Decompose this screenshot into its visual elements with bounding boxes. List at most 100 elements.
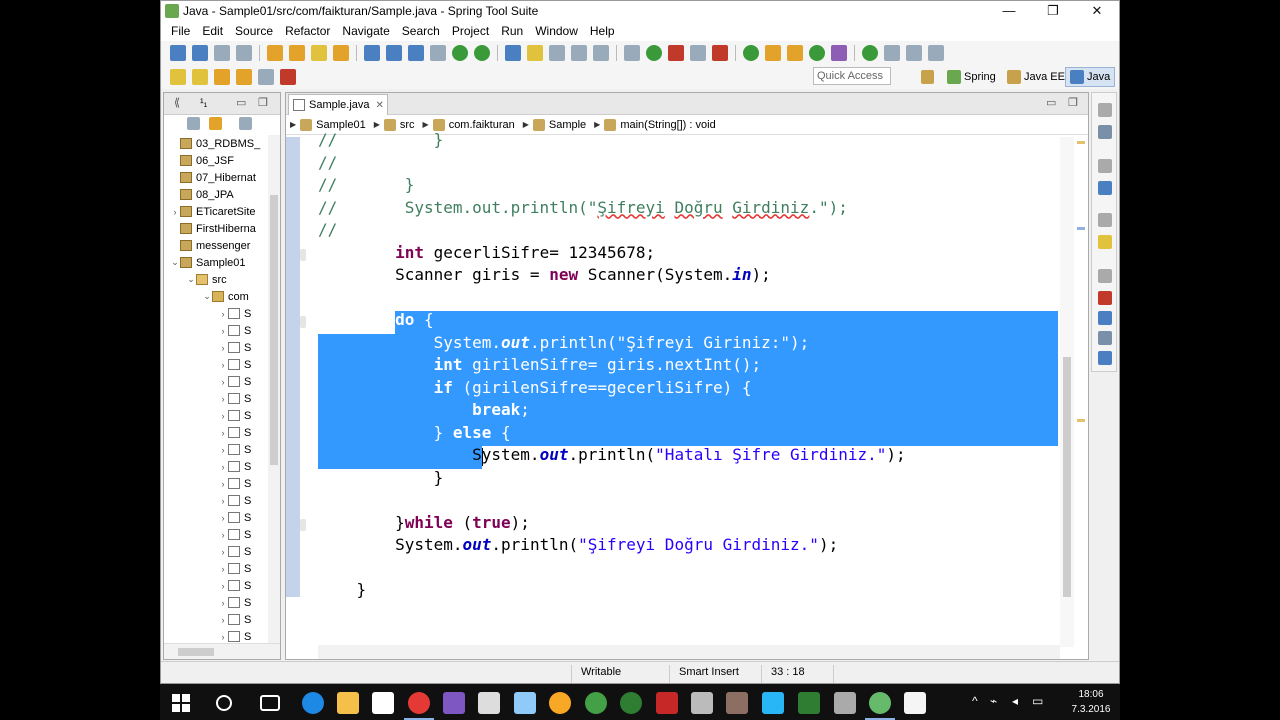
scrollbar-thumb[interactable] bbox=[270, 195, 278, 465]
visual-studio-icon[interactable] bbox=[443, 692, 465, 714]
save-icon[interactable] bbox=[214, 45, 230, 61]
tree-item[interactable]: messenger bbox=[170, 237, 250, 254]
debug-skip-icon[interactable] bbox=[624, 45, 640, 61]
debug-icon[interactable] bbox=[668, 45, 684, 61]
collapse-all-icon[interactable] bbox=[187, 117, 200, 130]
minimize-view-button[interactable]: ▭ bbox=[236, 96, 246, 109]
code-line[interactable]: System.out.println("Şifreyi Doğru Girdin… bbox=[318, 534, 838, 556]
camtasia-icon[interactable] bbox=[798, 692, 820, 714]
gradle-icon[interactable] bbox=[809, 45, 825, 61]
calculator-icon[interactable] bbox=[478, 692, 500, 714]
tree-twisty-icon[interactable]: › bbox=[170, 207, 180, 217]
play-icon[interactable] bbox=[862, 45, 878, 61]
code-line[interactable]: } bbox=[318, 467, 444, 489]
perspective-spring[interactable]: Spring bbox=[943, 67, 1000, 87]
fold-marker[interactable] bbox=[300, 248, 306, 261]
code-line[interactable]: // } bbox=[318, 174, 414, 196]
previous-annotation-icon[interactable] bbox=[192, 69, 208, 85]
code-line[interactable]: // bbox=[318, 152, 337, 174]
explorer-tab[interactable]: ¹₁ bbox=[200, 97, 207, 109]
code-line[interactable]: } bbox=[318, 579, 367, 601]
code-line[interactable]: // System.out.println("Şifreyi Doğru Gir… bbox=[318, 197, 848, 219]
menu-file[interactable]: File bbox=[165, 21, 196, 41]
tree-item[interactable]: FirstHiberna bbox=[170, 220, 256, 237]
tree-twisty-icon[interactable]: › bbox=[218, 360, 228, 370]
breadcrumb-arrow-icon[interactable]: ▶ bbox=[423, 120, 429, 129]
explorer-horizontal-scrollbar[interactable] bbox=[164, 643, 280, 659]
breadcrumb-arrow-icon[interactable]: ▶ bbox=[523, 120, 529, 129]
problems-icon[interactable] bbox=[1098, 291, 1112, 305]
tree-twisty-icon[interactable]: › bbox=[218, 326, 228, 336]
restore-icon[interactable] bbox=[1098, 213, 1112, 227]
app-icon[interactable] bbox=[834, 692, 856, 714]
outline-icon[interactable] bbox=[1098, 181, 1112, 195]
file-explorer-icon[interactable] bbox=[337, 692, 359, 714]
package-icon[interactable] bbox=[787, 45, 803, 61]
network-icon[interactable]: ⌁ bbox=[990, 694, 997, 708]
menu-help[interactable]: Help bbox=[584, 21, 621, 41]
tree-item[interactable]: ⌄ Sample01 bbox=[170, 254, 245, 271]
tree-item[interactable]: › S bbox=[218, 373, 252, 390]
tree-twisty-icon[interactable]: › bbox=[218, 615, 228, 625]
tree-twisty-icon[interactable]: › bbox=[218, 564, 228, 574]
show-whitespace-icon[interactable] bbox=[571, 45, 587, 61]
tree-twisty-icon[interactable]: › bbox=[218, 513, 228, 523]
system-clock[interactable]: 18:06 7.3.2016 bbox=[1066, 687, 1116, 717]
server-icon[interactable] bbox=[408, 45, 424, 61]
tree-twisty-icon[interactable]: › bbox=[218, 581, 228, 591]
new-icon[interactable] bbox=[170, 45, 186, 61]
task-list-icon[interactable] bbox=[1098, 125, 1112, 139]
code-line[interactable]: int girilenSifre= giris.nextInt(); bbox=[318, 354, 762, 376]
menu-source[interactable]: Source bbox=[229, 21, 279, 41]
tree-item[interactable]: › S bbox=[218, 475, 252, 492]
editor-tab-sample-java[interactable]: Sample.java ✕ bbox=[288, 94, 388, 115]
task-view-icon[interactable] bbox=[260, 695, 280, 711]
code-line[interactable]: Scanner giris = new Scanner(System.in); bbox=[318, 264, 771, 286]
code-line[interactable]: }while (true); bbox=[318, 512, 530, 534]
tree-twisty-icon[interactable]: › bbox=[218, 598, 228, 608]
app-icon[interactable] bbox=[620, 692, 642, 714]
editor-horizontal-scrollbar[interactable] bbox=[318, 645, 1060, 659]
mark-occurrences-icon[interactable] bbox=[505, 45, 521, 61]
open-perspective-button[interactable] bbox=[917, 67, 941, 87]
warning-marker[interactable] bbox=[1077, 419, 1085, 422]
menu-search[interactable]: Search bbox=[396, 21, 446, 41]
tree-twisty-icon[interactable]: ⌄ bbox=[202, 291, 212, 302]
breadcrumb-arrow-icon[interactable]: ▶ bbox=[290, 120, 296, 129]
open-resource-icon[interactable] bbox=[289, 45, 305, 61]
tree-twisty-icon[interactable]: › bbox=[218, 479, 228, 489]
close-button[interactable]: ✕ bbox=[1075, 1, 1119, 21]
tree-item[interactable]: › S bbox=[218, 594, 252, 611]
tree-twisty-icon[interactable]: › bbox=[218, 462, 228, 472]
terminal-icon[interactable] bbox=[364, 45, 380, 61]
app-icon[interactable] bbox=[656, 692, 678, 714]
link-with-editor-icon[interactable] bbox=[209, 117, 222, 130]
tree-twisty-icon[interactable]: › bbox=[218, 411, 228, 421]
spring-bean-icon[interactable] bbox=[311, 45, 327, 61]
paragraph-icon[interactable] bbox=[593, 45, 609, 61]
spring-suite-icon[interactable] bbox=[585, 692, 607, 714]
spring-explorer-icon[interactable] bbox=[1098, 235, 1112, 249]
tree-item[interactable]: › S bbox=[218, 492, 252, 509]
console-icon[interactable] bbox=[386, 45, 402, 61]
scrollbar-thumb[interactable] bbox=[1063, 357, 1071, 597]
tree-item[interactable]: › S bbox=[218, 526, 252, 543]
tree-item[interactable]: › ETicaretSite bbox=[170, 203, 256, 220]
tree-item[interactable]: › S bbox=[218, 322, 252, 339]
tree-item[interactable]: › S bbox=[218, 441, 252, 458]
skype-icon[interactable] bbox=[762, 692, 784, 714]
annotation-icon[interactable] bbox=[430, 45, 446, 61]
tree-item[interactable]: › S bbox=[218, 509, 252, 526]
menu-navigate[interactable]: Navigate bbox=[336, 21, 395, 41]
restore-icon[interactable] bbox=[1098, 269, 1112, 283]
refresh-icon[interactable] bbox=[452, 45, 468, 61]
code-line[interactable]: break; bbox=[318, 399, 530, 421]
start-button[interactable] bbox=[172, 694, 190, 712]
app-icon[interactable] bbox=[726, 692, 748, 714]
save-all-icon[interactable] bbox=[236, 45, 252, 61]
tree-item[interactable]: 07_Hibernat bbox=[170, 169, 256, 186]
menu-window[interactable]: Window bbox=[529, 21, 584, 41]
block-selection-icon[interactable] bbox=[549, 45, 565, 61]
edge-browser-icon[interactable] bbox=[302, 692, 324, 714]
tree-twisty-icon[interactable]: ⌄ bbox=[186, 274, 196, 285]
